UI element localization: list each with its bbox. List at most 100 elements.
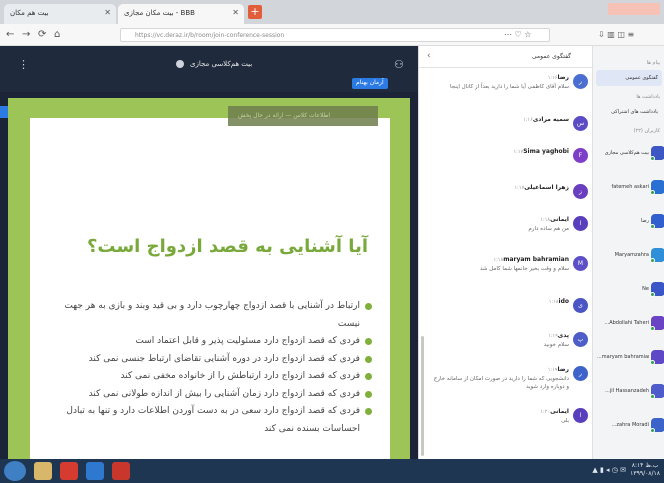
users-pane: پیام ها گفتگوی عمومی یادداشت ها یادداشت … <box>592 46 664 459</box>
avatar[interactable]: پ <box>573 332 588 347</box>
new-tab-button[interactable]: + <box>248 5 262 19</box>
chevron-left-icon[interactable]: ‹ <box>427 51 431 61</box>
message-author-name: زهرا اسماعیلی <box>524 184 569 191</box>
avatar[interactable]: F <box>573 148 588 163</box>
user-list-item[interactable]: ...maryam bahramian <box>593 346 664 370</box>
toolbar-icons[interactable]: ⇩ ▥ ◫ ≡ <box>598 30 634 39</box>
message-text: بلی <box>561 418 569 424</box>
user-list-item[interactable]: fatemeh askari <box>593 176 664 200</box>
user-list-item[interactable]: Ne <box>593 278 664 302</box>
browser-tab-bar: بیت هم مکان ✕ بیت مکان مجازی - BBB ✕ + <box>0 0 664 24</box>
presentation-pane: ⋮ بیت هم‌کلاسی مجازی ⚇ آرمان بهنام آیا آ… <box>0 46 418 459</box>
avatar[interactable]: ر <box>573 74 588 89</box>
user-name: رضا <box>640 218 649 224</box>
message-text: من هم ساده دارم <box>528 226 569 232</box>
avatar[interactable]: س <box>573 116 588 131</box>
avatar[interactable]: M <box>573 256 588 271</box>
reload-icon[interactable]: ⟳ <box>38 29 46 40</box>
message-author: ۱:۱۹پدی <box>546 332 569 339</box>
user-name: ...jil Hassanzadeh <box>605 388 649 394</box>
message-author: ۱:۲۰ایمانی <box>538 408 569 415</box>
browser-tab-1-label: بیت هم مکان <box>10 9 49 17</box>
message-author-name: رضا <box>557 366 569 373</box>
public-chat-item[interactable]: گفتگوی عمومی <box>596 70 662 86</box>
message-time: ۱:۱۸ <box>540 217 551 223</box>
avatar[interactable]: ی <box>573 298 588 313</box>
avatar[interactable]: ا <box>573 408 588 423</box>
message-author: ۱:۱۸ido <box>547 298 569 305</box>
online-status-icon <box>650 156 655 161</box>
acrobat-icon[interactable] <box>60 462 78 480</box>
window-controls[interactable] <box>608 3 660 15</box>
message-author-name: maryam bahramian <box>503 256 569 263</box>
user-list-item[interactable]: ...zahra Moradi <box>593 414 664 438</box>
online-status-icon <box>650 292 655 297</box>
user-list-item[interactable]: Maryamzahra <box>593 244 664 268</box>
message-time: ۱:۱۹ <box>548 333 558 339</box>
internet-explorer-icon[interactable] <box>86 462 104 480</box>
message-time: ۱:۲۰ <box>540 409 551 415</box>
system-tray[interactable]: ▲ ▮ ◂ ◷ ✉ <box>592 466 626 474</box>
online-status-icon <box>650 428 655 433</box>
message-text: سلام و وقت بخیر خانمها شما کامل شد <box>479 266 569 272</box>
browser-taskbar-icon[interactable] <box>112 462 130 480</box>
message-time: ۱:۱۷ <box>513 149 524 155</box>
slide-frame: آیا آشنایی به قصد ازدواج است؟ ارتباط در … <box>8 98 410 459</box>
browser-tab-2[interactable]: بیت مکان مجازی - BBB ✕ <box>118 4 244 24</box>
avatar[interactable]: ا <box>573 216 588 231</box>
close-icon[interactable]: ✕ <box>104 8 111 17</box>
online-status-icon <box>650 224 655 229</box>
options-menu-icon[interactable]: ⋮ <box>18 58 29 71</box>
slide-bullet: فردی که قصد ازدواج دارد ارتباطش را از خا… <box>42 368 372 386</box>
chat-title: گفتگوی عمومی <box>531 53 571 60</box>
chat-scrollbar[interactable] <box>421 336 424 456</box>
user-name: ...Abdollahi Taheri <box>604 320 649 326</box>
message-time: ۱:۱۸ <box>548 299 559 305</box>
message-author-name: ایمانی <box>550 216 569 223</box>
shared-notes-item[interactable]: یادداشت های اشتراکی <box>596 104 662 120</box>
room-header: ⋮ بیت هم‌کلاسی مجازی ⚇ آرمان بهنام <box>0 46 418 92</box>
user-name: fatemeh askari <box>611 184 649 190</box>
user-list-item[interactable]: ...jil Hassanzadeh <box>593 380 664 404</box>
messages-section-label: پیام ها <box>646 60 660 66</box>
online-status-icon <box>650 326 655 331</box>
message-author: ۱:۱۶رضا <box>546 74 569 81</box>
avatar[interactable]: ر <box>573 366 588 381</box>
users-section-label: کاربران (۲۲) <box>633 128 660 134</box>
browser-tab-1[interactable]: بیت هم مکان ✕ <box>4 4 116 24</box>
message-author: ۱:۱۸ایمانی <box>538 216 569 223</box>
message-author: ۱:۱۸maryam bahramian <box>491 256 569 263</box>
slide-bullet-list: ارتباط در آشنایی با قصد ازدواج چهارچوب د… <box>42 298 372 438</box>
message-author: ۱:۱۷زهرا اسماعیلی <box>512 184 569 191</box>
recording-indicator-icon[interactable] <box>176 60 184 68</box>
user-list-item[interactable]: بیت هم‌کلاسی مجازی <box>593 142 664 166</box>
user-list-item[interactable]: ...Abdollahi Taheri <box>593 312 664 336</box>
message-author: ۱:۱۷Sima yaghobi <box>511 148 569 155</box>
page-actions-icons[interactable]: ⋯ ♡ ☆ <box>504 30 531 39</box>
file-explorer-icon[interactable] <box>34 462 52 480</box>
users-icon[interactable]: ⚇ <box>394 58 404 71</box>
start-button[interactable] <box>4 461 26 481</box>
taskbar-clock[interactable]: ۸:۱۴ ب.ظ ۱۳۹۹/۰۸/۱۸ <box>630 462 660 478</box>
slide-page: آیا آشنایی به قصد ازدواج است؟ ارتباط در … <box>30 118 390 459</box>
user-name: ...maryam bahramian <box>597 354 649 360</box>
online-status-icon <box>650 394 655 399</box>
avatar[interactable]: ز <box>573 184 588 199</box>
browser-tab-2-label: بیت مکان مجازی - BBB <box>124 9 195 17</box>
message-time: ۱:۱۶ <box>523 117 533 123</box>
message-author-name: رضا <box>557 74 569 81</box>
address-bar: ← → ⟳ ⌂ https://vc.deraz.ir/b/room/join-… <box>0 24 664 46</box>
slide-bullet: ارتباط در آشنایی با قصد ازدواج چهارچوب د… <box>42 298 372 333</box>
close-icon[interactable]: ✕ <box>232 8 239 17</box>
user-name: Ne <box>642 286 649 292</box>
back-arrow-icon[interactable]: ← <box>6 29 14 40</box>
shared-notes-label: یادداشت های اشتراکی <box>611 109 658 115</box>
message-author-name: Sima yaghobi <box>523 148 569 155</box>
message-author-name: پدی <box>557 332 569 339</box>
user-list-item[interactable]: رضا <box>593 210 664 234</box>
home-icon[interactable]: ⌂ <box>54 29 60 40</box>
url-input[interactable]: https://vc.deraz.ir/b/room/join-conferen… <box>120 28 550 42</box>
message-time: ۱:۱۷ <box>514 185 525 191</box>
clock-date: ۱۳۹۹/۰۸/۱۸ <box>630 470 660 477</box>
forward-arrow-icon[interactable]: → <box>22 29 30 40</box>
